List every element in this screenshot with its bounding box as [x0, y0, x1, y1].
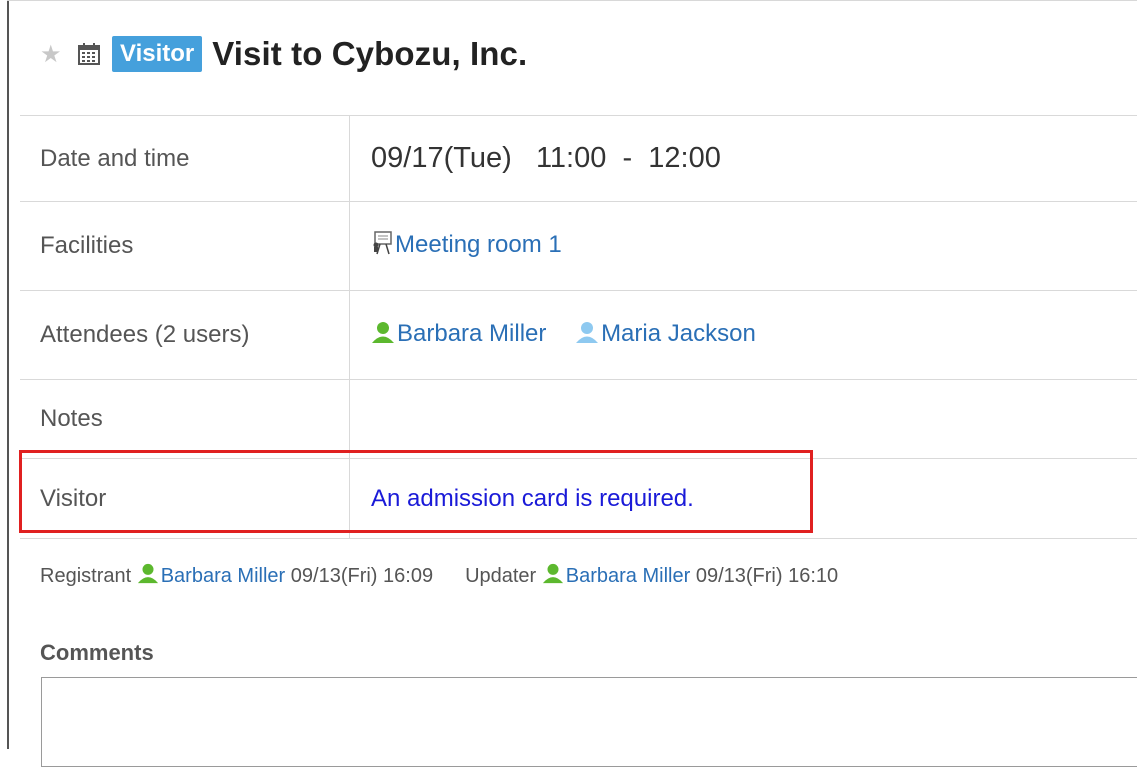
attendees-label: Attendees (2 users) — [20, 291, 350, 380]
visitor-cell: An admission card is required. — [350, 459, 1137, 539]
table-row: Visitor An admission card is required. — [20, 459, 1137, 539]
visitor-value: An admission card is required. — [371, 485, 694, 512]
title-row: ★ Visitor Visit to Cybozu, Inc. — [40, 28, 527, 80]
date-cell: 09/17(Tue) 11:00 - 12:00 — [350, 116, 1137, 202]
registrant-time: 09/13(Fri) 16:09 — [291, 565, 433, 588]
window-left-border — [7, 0, 9, 749]
user-icon — [575, 320, 599, 351]
notes-label: Notes — [20, 380, 350, 459]
user-icon — [137, 562, 159, 590]
facilities-label: Facilities — [20, 202, 350, 291]
table-row: Notes — [20, 380, 1137, 459]
facility-link[interactable]: Meeting room 1 — [395, 231, 562, 258]
attendee-link[interactable]: Barbara Miller — [397, 320, 546, 347]
calendar-icon — [78, 43, 100, 65]
attendees-cell: Barbara Miller Maria Jackson — [350, 291, 1137, 380]
user-icon — [371, 320, 395, 351]
page-title: Visit to Cybozu, Inc. — [212, 35, 527, 73]
comments-label: Comments — [40, 640, 154, 666]
table-row: Facilities Meeting room 1 — [20, 202, 1137, 291]
record-meta: Registrant Barbara Miller 09/13(Fri) 16:… — [40, 563, 838, 589]
registrant-label: Registrant — [40, 565, 131, 588]
attendee-item[interactable]: Maria Jackson — [575, 320, 756, 347]
window-top-border — [7, 0, 1137, 1]
attendee-item[interactable]: Barbara Miller — [371, 320, 553, 347]
appointment-details-table: Date and time 09/17(Tue) 11:00 - 12:00 F… — [20, 115, 1137, 539]
star-icon[interactable]: ★ — [40, 40, 70, 69]
comment-input[interactable] — [41, 677, 1137, 767]
registrant-link[interactable]: Barbara Miller — [161, 565, 285, 588]
updater-link[interactable]: Barbara Miller — [566, 565, 690, 588]
facility-icon — [371, 231, 393, 262]
attendee-link[interactable]: Maria Jackson — [601, 320, 756, 347]
menu-badge: Visitor — [112, 36, 202, 72]
facilities-cell: Meeting room 1 — [350, 202, 1137, 291]
date-label: Date and time — [20, 116, 350, 202]
updater-label: Updater — [465, 565, 536, 588]
table-row: Date and time 09/17(Tue) 11:00 - 12:00 — [20, 116, 1137, 202]
user-icon — [542, 562, 564, 590]
updater-time: 09/13(Fri) 16:10 — [696, 565, 838, 588]
notes-value — [350, 380, 1137, 459]
date-value: 09/17(Tue) 11:00 - 12:00 — [371, 142, 721, 174]
table-row: Attendees (2 users) Barbara Miller Maria… — [20, 291, 1137, 380]
visitor-label: Visitor — [20, 459, 350, 539]
